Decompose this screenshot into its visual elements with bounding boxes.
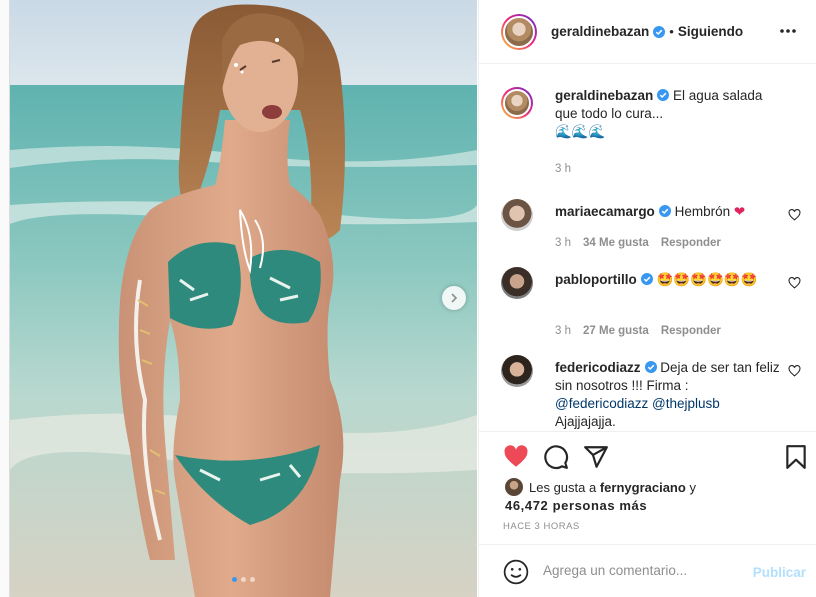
likes-prefix: Les gusta a bbox=[529, 480, 597, 495]
caption-time[interactable]: 3 h bbox=[555, 163, 571, 175]
verified-badge-icon bbox=[658, 205, 671, 217]
post-timestamp[interactable]: HACE 3 HORAS bbox=[503, 521, 580, 532]
comment-text-tail: Ajajjajajja. bbox=[555, 414, 616, 429]
carousel-dot bbox=[241, 577, 246, 582]
heart-outline-icon[interactable] bbox=[788, 365, 801, 377]
comment-username[interactable]: mariaecamargo bbox=[555, 204, 655, 219]
comment-text: 🤩🤩🤩🤩🤩🤩 bbox=[656, 272, 758, 288]
post-photo[interactable] bbox=[10, 0, 477, 597]
post-actions-bar bbox=[479, 431, 816, 481]
caption-meta: 3 h bbox=[555, 163, 571, 175]
caption-body: geraldinebazan El agua salada que todo l… bbox=[555, 87, 781, 141]
caption-username[interactable]: geraldinebazan bbox=[555, 88, 653, 103]
publish-button[interactable]: Publicar bbox=[753, 565, 806, 580]
post-side-panel: geraldinebazan • Siguiendo geraldinebaza… bbox=[478, 0, 816, 597]
red-heart-emoji: ❤ bbox=[733, 204, 746, 220]
emoji-icon[interactable] bbox=[503, 559, 529, 585]
heart-outline-icon[interactable] bbox=[788, 277, 801, 289]
comment-body: pabloportillo 🤩🤩🤩🤩🤩🤩 bbox=[555, 271, 781, 289]
reply-button[interactable]: Responder bbox=[661, 237, 721, 249]
header-separator: • bbox=[669, 24, 674, 39]
comment-icon[interactable] bbox=[543, 444, 569, 470]
comment-meta: 3 h 34 Me gusta Responder bbox=[555, 237, 721, 249]
likes-count[interactable]: 46,472 personas más bbox=[505, 497, 805, 515]
comment-likes[interactable]: 27 Me gusta bbox=[583, 325, 649, 337]
following-button[interactable]: Siguiendo bbox=[678, 24, 743, 39]
comment-meta: 3 h 27 Me gusta Responder bbox=[555, 325, 721, 337]
commenter-avatar[interactable] bbox=[501, 267, 533, 299]
liker-username[interactable]: fernygraciano bbox=[600, 480, 686, 495]
carousel-dot-active bbox=[232, 577, 237, 582]
comment-text: Hembrón bbox=[674, 204, 731, 219]
comment-username[interactable]: pabloportillo bbox=[555, 272, 637, 287]
comment-time[interactable]: 3 h bbox=[555, 237, 571, 249]
verified-badge-icon bbox=[657, 89, 670, 101]
reply-button[interactable]: Responder bbox=[661, 325, 721, 337]
heart-filled-icon[interactable] bbox=[503, 444, 529, 470]
comment-input[interactable] bbox=[543, 563, 743, 578]
mention-link[interactable]: @federicodiazz bbox=[555, 396, 648, 411]
comment-body: mariaecamargo Hembrón ❤ bbox=[555, 203, 781, 221]
comment-username[interactable]: federicodiazz bbox=[555, 360, 641, 375]
add-comment-bar: Publicar bbox=[479, 544, 816, 597]
likes-summary[interactable]: Les gusta a fernygraciano y 46,472 perso… bbox=[505, 478, 805, 515]
verified-badge-icon bbox=[640, 273, 653, 285]
chevron-right-icon bbox=[451, 293, 458, 303]
carousel-indicator bbox=[10, 577, 477, 582]
instagram-post: geraldinebazan • Siguiendo geraldinebaza… bbox=[9, 0, 816, 597]
mention-link[interactable]: @thejplusb bbox=[652, 396, 720, 411]
caption-emojis: 🌊🌊🌊 bbox=[555, 124, 606, 140]
caption-avatar[interactable] bbox=[501, 87, 533, 119]
verified-badge-icon bbox=[644, 361, 657, 373]
comment-time[interactable]: 3 h bbox=[555, 325, 571, 337]
author-username[interactable]: geraldinebazan bbox=[551, 24, 649, 39]
heart-outline-icon[interactable] bbox=[788, 209, 801, 221]
author-avatar[interactable] bbox=[501, 13, 537, 50]
commenter-avatar[interactable] bbox=[501, 355, 533, 387]
next-photo-button[interactable] bbox=[442, 286, 466, 310]
beach-photo bbox=[10, 0, 477, 597]
more-horizontal-icon[interactable] bbox=[778, 23, 798, 39]
liker-avatar[interactable] bbox=[505, 478, 523, 496]
likes-connector: y bbox=[689, 480, 696, 495]
comment-likes[interactable]: 34 Me gusta bbox=[583, 237, 649, 249]
post-header: geraldinebazan • Siguiendo bbox=[479, 0, 816, 64]
commenter-avatar[interactable] bbox=[501, 199, 533, 231]
carousel-dot bbox=[250, 577, 255, 582]
comments-list[interactable]: geraldinebazan El agua salada que todo l… bbox=[479, 65, 816, 431]
bookmark-icon[interactable] bbox=[783, 444, 809, 470]
comment-body: federicodiazz Deja de ser tan feliz sin … bbox=[555, 359, 781, 431]
verified-badge-icon bbox=[653, 25, 666, 38]
share-icon[interactable] bbox=[583, 444, 609, 470]
